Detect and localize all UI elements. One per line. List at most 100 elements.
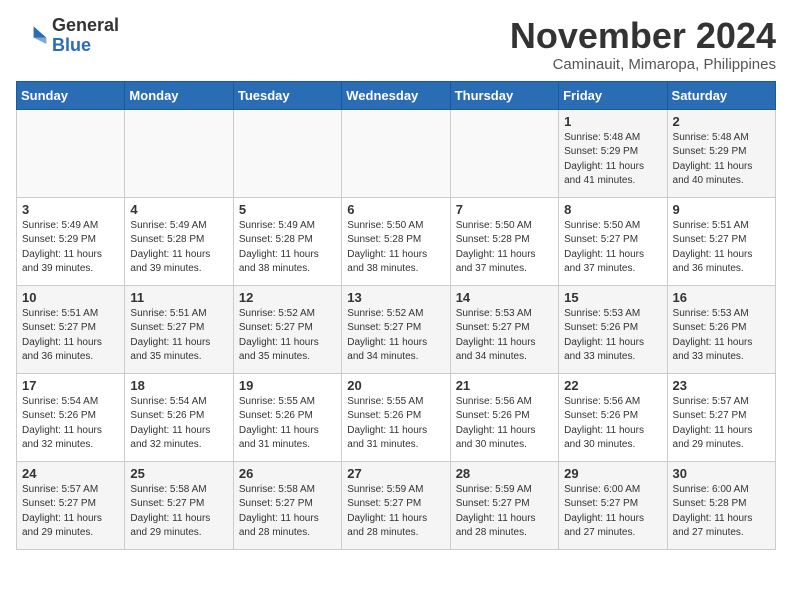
day-number: 11 — [130, 290, 227, 305]
day-number: 28 — [456, 466, 553, 481]
day-info: Sunrise: 5:50 AM Sunset: 5:28 PM Dayligh… — [347, 219, 444, 277]
calendar-table: SundayMondayTuesdayWednesdayThursdayFrid… — [16, 81, 776, 550]
day-info: Sunrise: 5:59 AM Sunset: 5:27 PM Dayligh… — [347, 483, 444, 541]
day-info: Sunrise: 5:48 AM Sunset: 5:29 PM Dayligh… — [564, 131, 661, 189]
calendar-week-2: 3 Sunrise: 5:49 AM Sunset: 5:29 PM Daylig… — [17, 197, 776, 285]
calendar-cell — [342, 109, 450, 197]
location-subtitle: Caminauit, Mimaropa, Philippines — [510, 56, 776, 73]
logo-blue-text: Blue — [52, 36, 119, 56]
weekday-header-wednesday: Wednesday — [342, 81, 450, 109]
calendar-cell: 4Sunrise: 5:49 AM Sunset: 5:28 PM Daylig… — [125, 197, 233, 285]
day-number: 15 — [564, 290, 661, 305]
weekday-header-row: SundayMondayTuesdayWednesdayThursdayFrid… — [17, 81, 776, 109]
day-number: 9 — [673, 202, 770, 217]
calendar-cell: 22 Sunrise: 5:56 AM Sunset: 5:26 PM Dayli… — [559, 373, 667, 461]
calendar-cell: 14 Sunrise: 5:53 AM Sunset: 5:27 PM Dayli… — [450, 285, 558, 373]
calendar-cell: 3 Sunrise: 5:49 AM Sunset: 5:29 PM Daylig… — [17, 197, 125, 285]
calendar-cell — [125, 109, 233, 197]
day-info: Sunrise: 5:53 AM Sunset: 5:26 PM Dayligh… — [564, 307, 661, 365]
day-number: 5 — [239, 202, 336, 217]
calendar-cell: 12Sunrise: 5:52 AM Sunset: 5:27 PM Dayli… — [233, 285, 341, 373]
calendar-cell — [233, 109, 341, 197]
day-info: Sunrise: 5:59 AM Sunset: 5:27 PM Dayligh… — [456, 483, 553, 541]
calendar-cell: 19 Sunrise: 5:55 AM Sunset: 5:26 PM Dayli… — [233, 373, 341, 461]
day-info: Sunrise: 5:55 AM Sunset: 5:26 PM Dayligh… — [239, 395, 336, 453]
weekday-header-sunday: Sunday — [17, 81, 125, 109]
calendar-week-1: 1 Sunrise: 5:48 AM Sunset: 5:29 PM Daylig… — [17, 109, 776, 197]
calendar-cell — [17, 109, 125, 197]
day-info: Sunrise: 5:50 AM Sunset: 5:27 PM Dayligh… — [564, 219, 661, 277]
day-info: Sunrise: 5:49 AM Sunset: 5:28 PM Dayligh… — [239, 219, 336, 277]
day-number: 30 — [673, 466, 770, 481]
day-info: Sunrise: 5:57 AM Sunset: 5:27 PM Dayligh… — [22, 483, 119, 541]
day-number: 12 — [239, 290, 336, 305]
day-info: Sunrise: 5:51 AM Sunset: 5:27 PM Dayligh… — [130, 307, 227, 365]
day-info: Sunrise: 5:51 AM Sunset: 5:27 PM Dayligh… — [673, 219, 770, 277]
title-block: November 2024 Caminauit, Mimaropa, Phili… — [510, 16, 776, 73]
day-number: 13 — [347, 290, 444, 305]
weekday-header-thursday: Thursday — [450, 81, 558, 109]
calendar-cell: 30 Sunrise: 6:00 AM Sunset: 5:28 PM Dayli… — [667, 461, 775, 549]
calendar-cell: 25 Sunrise: 5:58 AM Sunset: 5:27 PM Dayli… — [125, 461, 233, 549]
day-info: Sunrise: 5:50 AM Sunset: 5:28 PM Dayligh… — [456, 219, 553, 277]
calendar-cell: 27 Sunrise: 5:59 AM Sunset: 5:27 PM Dayli… — [342, 461, 450, 549]
calendar-cell: 23Sunrise: 5:57 AM Sunset: 5:27 PM Dayli… — [667, 373, 775, 461]
weekday-header-monday: Monday — [125, 81, 233, 109]
logo-general-text: General — [52, 16, 119, 36]
calendar-cell: 20Sunrise: 5:55 AM Sunset: 5:26 PM Dayli… — [342, 373, 450, 461]
day-info: Sunrise: 5:58 AM Sunset: 5:27 PM Dayligh… — [130, 483, 227, 541]
day-info: Sunrise: 5:57 AM Sunset: 5:27 PM Dayligh… — [673, 395, 770, 453]
day-number: 27 — [347, 466, 444, 481]
calendar-cell: 11 Sunrise: 5:51 AM Sunset: 5:27 PM Dayli… — [125, 285, 233, 373]
day-number: 14 — [456, 290, 553, 305]
weekday-header-tuesday: Tuesday — [233, 81, 341, 109]
calendar-cell: 28 Sunrise: 5:59 AM Sunset: 5:27 PM Dayli… — [450, 461, 558, 549]
day-number: 29 — [564, 466, 661, 481]
day-number: 17 — [22, 378, 119, 393]
day-number: 8 — [564, 202, 661, 217]
day-number: 10 — [22, 290, 119, 305]
month-year-title: November 2024 — [510, 16, 776, 56]
day-number: 4 — [130, 202, 227, 217]
day-number: 22 — [564, 378, 661, 393]
day-number: 18 — [130, 378, 227, 393]
day-number: 25 — [130, 466, 227, 481]
day-info: Sunrise: 5:53 AM Sunset: 5:26 PM Dayligh… — [673, 307, 770, 365]
day-info: Sunrise: 5:52 AM Sunset: 5:27 PM Dayligh… — [347, 307, 444, 365]
calendar-cell: 18Sunrise: 5:54 AM Sunset: 5:26 PM Dayli… — [125, 373, 233, 461]
day-info: Sunrise: 5:56 AM Sunset: 5:26 PM Dayligh… — [564, 395, 661, 453]
calendar-cell: 16 Sunrise: 5:53 AM Sunset: 5:26 PM Dayli… — [667, 285, 775, 373]
calendar-cell: 5 Sunrise: 5:49 AM Sunset: 5:28 PM Daylig… — [233, 197, 341, 285]
calendar-cell: 2 Sunrise: 5:48 AM Sunset: 5:29 PM Daylig… — [667, 109, 775, 197]
calendar-header: SundayMondayTuesdayWednesdayThursdayFrid… — [17, 81, 776, 109]
day-number: 3 — [22, 202, 119, 217]
day-info: Sunrise: 6:00 AM Sunset: 5:27 PM Dayligh… — [564, 483, 661, 541]
day-number: 24 — [22, 466, 119, 481]
calendar-cell: 9 Sunrise: 5:51 AM Sunset: 5:27 PM Daylig… — [667, 197, 775, 285]
day-info: Sunrise: 5:53 AM Sunset: 5:27 PM Dayligh… — [456, 307, 553, 365]
day-info: Sunrise: 5:55 AM Sunset: 5:26 PM Dayligh… — [347, 395, 444, 453]
day-number: 19 — [239, 378, 336, 393]
day-number: 6 — [347, 202, 444, 217]
day-info: Sunrise: 6:00 AM Sunset: 5:28 PM Dayligh… — [673, 483, 770, 541]
day-number: 2 — [673, 114, 770, 129]
calendar-cell: 10Sunrise: 5:51 AM Sunset: 5:27 PM Dayli… — [17, 285, 125, 373]
calendar-week-5: 24 Sunrise: 5:57 AM Sunset: 5:27 PM Dayli… — [17, 461, 776, 549]
weekday-header-saturday: Saturday — [667, 81, 775, 109]
calendar-body: 1 Sunrise: 5:48 AM Sunset: 5:29 PM Daylig… — [17, 109, 776, 549]
day-info: Sunrise: 5:49 AM Sunset: 5:29 PM Dayligh… — [22, 219, 119, 277]
day-number: 16 — [673, 290, 770, 305]
calendar-cell: 29 Sunrise: 6:00 AM Sunset: 5:27 PM Dayli… — [559, 461, 667, 549]
day-info: Sunrise: 5:56 AM Sunset: 5:26 PM Dayligh… — [456, 395, 553, 453]
calendar-cell: 7Sunrise: 5:50 AM Sunset: 5:28 PM Daylig… — [450, 197, 558, 285]
day-number: 26 — [239, 466, 336, 481]
calendar-cell — [450, 109, 558, 197]
day-info: Sunrise: 5:58 AM Sunset: 5:27 PM Dayligh… — [239, 483, 336, 541]
day-number: 1 — [564, 114, 661, 129]
day-info: Sunrise: 5:48 AM Sunset: 5:29 PM Dayligh… — [673, 131, 770, 189]
logo-icon — [16, 20, 48, 52]
calendar-cell: 17Sunrise: 5:54 AM Sunset: 5:26 PM Dayli… — [17, 373, 125, 461]
calendar-cell: 6 Sunrise: 5:50 AM Sunset: 5:28 PM Daylig… — [342, 197, 450, 285]
calendar-week-4: 17Sunrise: 5:54 AM Sunset: 5:26 PM Dayli… — [17, 373, 776, 461]
weekday-header-friday: Friday — [559, 81, 667, 109]
